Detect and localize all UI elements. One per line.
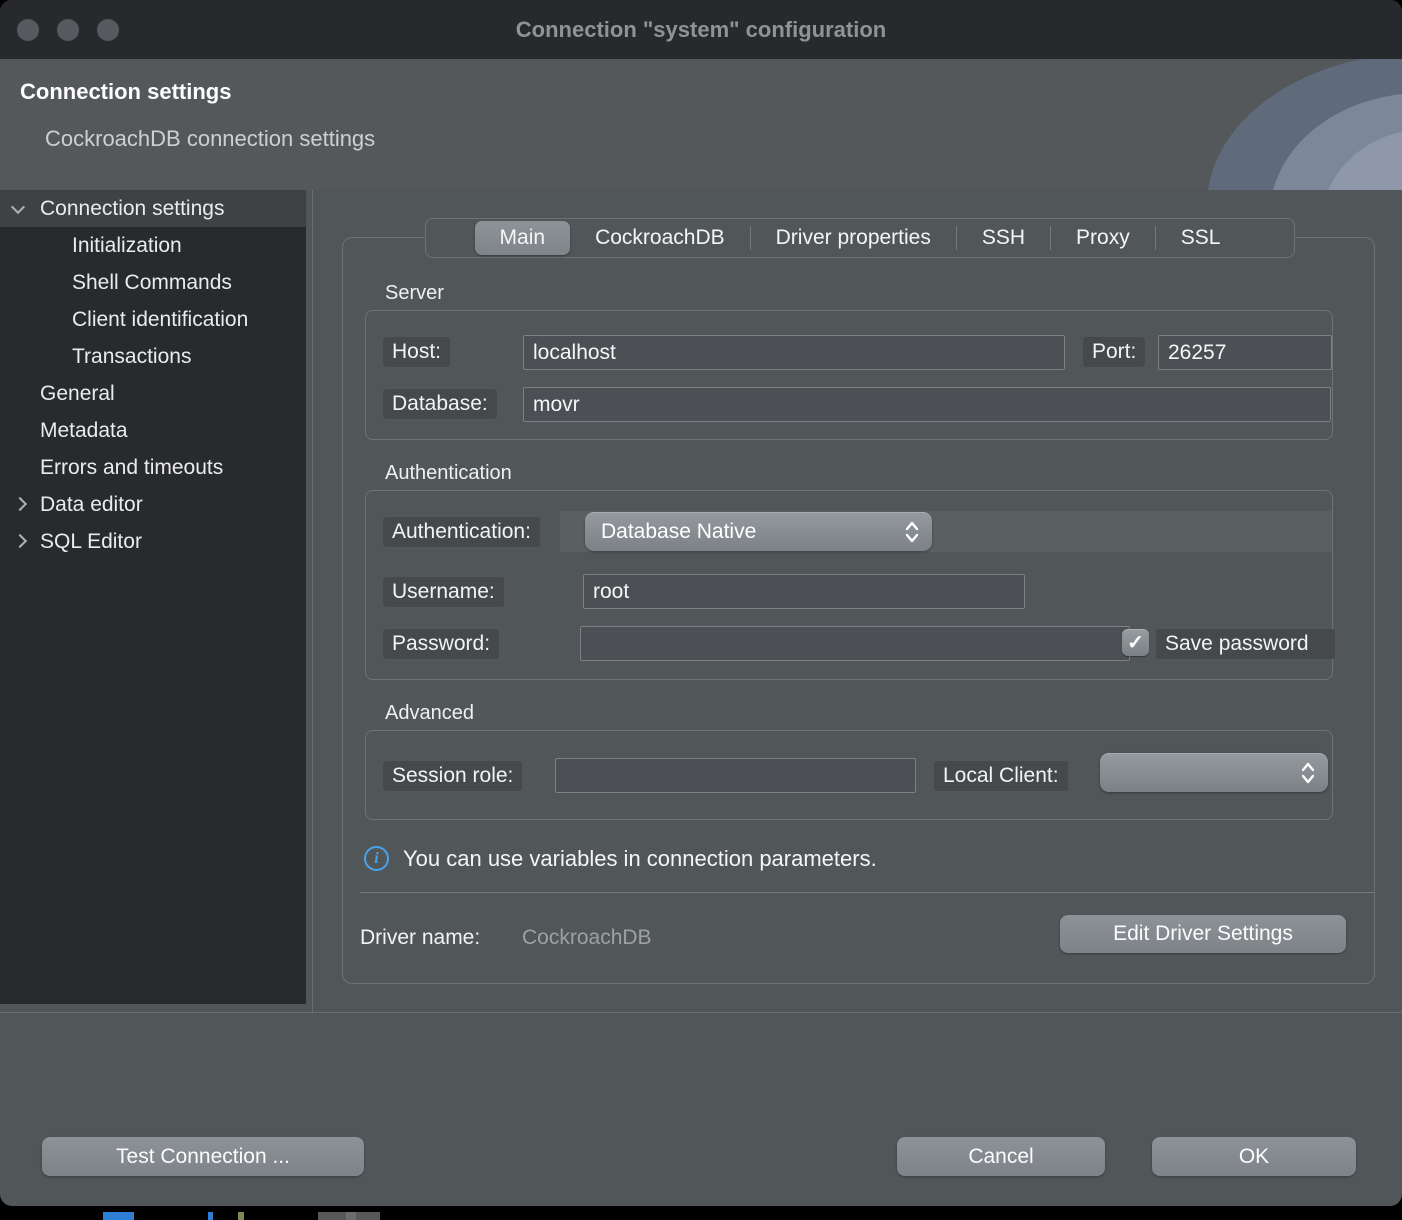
- edit-driver-settings-button[interactable]: Edit Driver Settings: [1060, 915, 1346, 953]
- page-title: Connection settings: [20, 79, 231, 105]
- server-section-label: Server: [385, 282, 444, 305]
- chevron-up-down-icon: [1300, 760, 1316, 786]
- sidebar-item-label: Transactions: [72, 345, 191, 368]
- port-input[interactable]: [1158, 335, 1332, 370]
- info-icon: i: [364, 846, 389, 871]
- tab-proxy[interactable]: Proxy: [1051, 221, 1155, 255]
- sidebar-item-label: Errors and timeouts: [40, 456, 223, 479]
- chevron-down-icon[interactable]: [11, 200, 25, 214]
- sidebar-item-label: Metadata: [40, 419, 128, 442]
- panel-divider: [360, 892, 1374, 893]
- sidebar-item-shell-commands[interactable]: Shell Commands: [0, 264, 306, 301]
- tab-driver-properties[interactable]: Driver properties: [751, 221, 956, 255]
- sidebar-item-label: General: [40, 382, 115, 405]
- sidebar-item-transactions[interactable]: Transactions: [0, 338, 306, 375]
- desktop-peek: [208, 1212, 213, 1220]
- tab-main[interactable]: Main: [475, 221, 571, 255]
- info-icon-letter: i: [374, 850, 378, 868]
- sidebar-item-label: Client identification: [72, 308, 248, 331]
- authentication-label: Authentication:: [383, 517, 540, 547]
- footer-divider: [0, 1012, 1402, 1013]
- password-input[interactable]: [580, 626, 1130, 661]
- host-label: Host:: [383, 337, 450, 367]
- authentication-select[interactable]: Database Native: [585, 512, 932, 551]
- test-connection-button[interactable]: Test Connection ...: [42, 1137, 364, 1176]
- username-label: Username:: [383, 577, 504, 607]
- authentication-section-label: Authentication: [385, 462, 512, 485]
- session-role-input[interactable]: [555, 758, 916, 793]
- local-client-select[interactable]: [1100, 753, 1328, 792]
- check-icon: ✓: [1127, 630, 1144, 655]
- chevron-right-icon[interactable]: [13, 497, 27, 511]
- advanced-section-label: Advanced: [385, 702, 474, 725]
- local-client-label: Local Client:: [934, 761, 1068, 791]
- titlebar: Connection "system" configuration: [0, 0, 1402, 59]
- cancel-button[interactable]: Cancel: [897, 1137, 1105, 1176]
- port-label: Port:: [1083, 337, 1145, 367]
- sidebar-item-data-editor[interactable]: Data editor: [0, 486, 306, 523]
- tab-bar: MainCockroachDBDriver propertiesSSHProxy…: [425, 218, 1295, 258]
- database-input[interactable]: [523, 387, 1331, 422]
- save-password-label: Save password: [1156, 629, 1335, 659]
- dialog-window: Connection "system" configuration Connec…: [0, 0, 1402, 1206]
- password-label: Password:: [383, 629, 499, 659]
- sidebar-item-errors-and-timeouts[interactable]: Errors and timeouts: [0, 449, 306, 486]
- settings-tree: Connection settings Initialization Shell C…: [0, 190, 306, 1004]
- sidebar-item-label: SQL Editor: [40, 530, 142, 553]
- sidebar-item-general[interactable]: General: [0, 375, 306, 412]
- tab-ssh[interactable]: SSH: [957, 221, 1050, 255]
- chevron-up-down-icon: [904, 519, 920, 545]
- desktop-peek: [238, 1212, 244, 1220]
- sidebar-item-label: Data editor: [40, 493, 143, 516]
- info-message: You can use variables in connection para…: [403, 846, 877, 872]
- driver-name-value: CockroachDB: [522, 926, 652, 950]
- database-label: Database:: [383, 389, 497, 419]
- driver-name-label: Driver name:: [360, 926, 480, 950]
- desktop-peek: [103, 1212, 134, 1220]
- sidebar-item-sql-editor[interactable]: SQL Editor: [0, 523, 306, 560]
- sidebar-divider: [312, 190, 313, 1012]
- authentication-select-value: Database Native: [601, 520, 756, 544]
- desktop-peek: [346, 1212, 356, 1220]
- dialog-header: Connection settings CockroachDB connecti…: [0, 59, 1402, 190]
- chevron-right-icon[interactable]: [13, 534, 27, 548]
- session-role-label: Session role:: [383, 761, 522, 791]
- tab-ssl[interactable]: SSL: [1156, 221, 1246, 255]
- ok-button[interactable]: OK: [1152, 1137, 1356, 1176]
- sidebar-item-connection-settings[interactable]: Connection settings: [0, 190, 306, 227]
- host-input[interactable]: [523, 335, 1065, 370]
- sidebar-item-metadata[interactable]: Metadata: [0, 412, 306, 449]
- sidebar-item-client-identification[interactable]: Client identification: [0, 301, 306, 338]
- tab-cockroachdb[interactable]: CockroachDB: [570, 221, 750, 255]
- sidebar-item-label: Connection settings: [40, 197, 224, 220]
- sidebar-item-label: Initialization: [72, 234, 182, 257]
- username-input[interactable]: [583, 574, 1025, 609]
- window-title: Connection "system" configuration: [0, 0, 1402, 59]
- page-subtitle: CockroachDB connection settings: [45, 126, 375, 152]
- save-password-checkbox[interactable]: ✓: [1122, 629, 1149, 656]
- sidebar-item-label: Shell Commands: [72, 271, 232, 294]
- sidebar-item-initialization[interactable]: Initialization: [0, 227, 306, 264]
